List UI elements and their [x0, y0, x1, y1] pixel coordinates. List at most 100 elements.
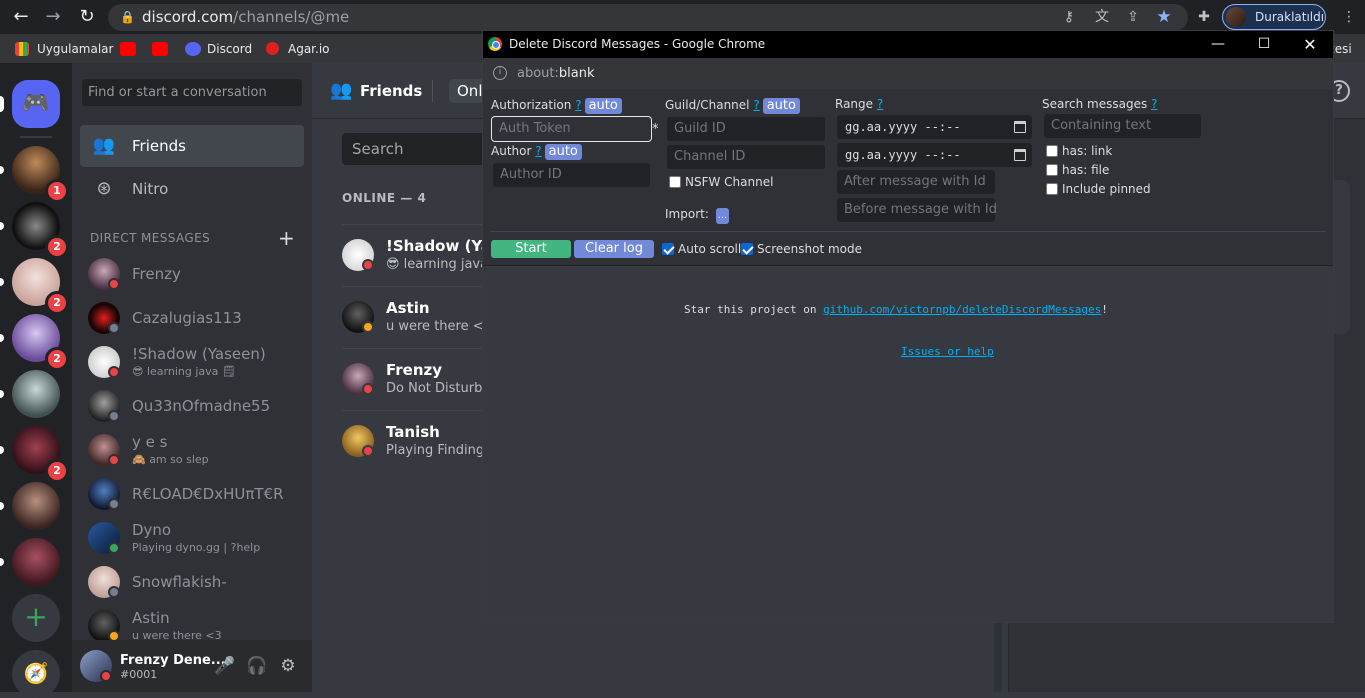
guild-icon[interactable]: 1 [12, 146, 69, 203]
address-bar[interactable]: 🔒 discord.com/channels/@me [108, 4, 1188, 31]
include-pinned-checkbox-box[interactable] [1046, 183, 1058, 195]
mute-mic-icon[interactable]: 🎤 [214, 656, 235, 676]
search-help-link[interactable]: ? [1151, 97, 1157, 111]
issues-help-link[interactable]: Issues or help [901, 345, 994, 358]
auth-auto-button[interactable]: auto [584, 98, 622, 114]
reload-icon[interactable]: ↻ [76, 6, 98, 28]
dm-name: y e s [132, 433, 168, 451]
guild-icon[interactable]: 2 [12, 202, 69, 259]
log-area [483, 266, 1333, 622]
profile-label: Duraklatıldı [1255, 10, 1325, 24]
status-icon [362, 259, 374, 271]
range-end-date-input[interactable]: gg.aa.yyyy --:-- [837, 143, 1032, 167]
minimize-icon[interactable]: — [1195, 31, 1241, 58]
before-message-id-input[interactable]: Before message with Id [837, 198, 997, 222]
calendar-icon[interactable] [1014, 121, 1026, 133]
dm-list-item[interactable]: Qu33nOfmadne55 [80, 385, 304, 427]
dm-list-item[interactable]: Cazalugias113 [80, 297, 304, 339]
extensions-icon[interactable]: ✚ [1195, 8, 1213, 26]
bookmark-apps[interactable]: Uygulamalar [15, 40, 113, 58]
auth-token-input[interactable]: Auth Token [491, 116, 652, 142]
dm-name: R€LOAD€DxHUπT€R [132, 485, 284, 503]
import-button[interactable]: ... [715, 208, 730, 224]
create-dm-icon[interactable]: + [278, 226, 295, 250]
menu-icon[interactable]: ⋮ [1340, 8, 1358, 26]
friend-name: Astin [386, 299, 430, 317]
has-link-checkbox-box[interactable] [1046, 145, 1058, 157]
calendar-icon[interactable] [1014, 149, 1026, 161]
bookmark-discord[interactable]: Discord [185, 40, 252, 58]
star-bookmark-icon[interactable]: ★ [1155, 8, 1173, 26]
guild-icon[interactable] [12, 482, 60, 530]
nsfw-checkbox-box[interactable] [669, 176, 681, 188]
author-help-link[interactable]: ? [535, 144, 541, 158]
online-count-label: ONLINE — 4 [342, 191, 427, 205]
popup-address-bar[interactable]: i about:blank [483, 58, 1333, 89]
add-server-icon[interactable]: + [12, 594, 60, 642]
guild-help-link[interactable]: ? [753, 98, 759, 112]
agario-icon [266, 42, 279, 55]
close-icon[interactable]: ✕ [1287, 31, 1333, 58]
bookmark-agario[interactable]: Agar.io [266, 40, 330, 58]
dm-status-text: 😎 learning java 🗒 [132, 365, 236, 378]
forward-icon[interactable]: → [42, 6, 64, 28]
authorization-help-link[interactable]: ? [575, 98, 581, 112]
settings-gear-icon[interactable]: ⚙ [278, 656, 298, 676]
status-icon [108, 366, 120, 378]
dm-list-item[interactable]: Frenzy [80, 253, 304, 295]
dm-list-item[interactable]: !Shadow (Yaseen) 😎 learning java 🗒 [80, 341, 304, 383]
range-help-link[interactable]: ? [877, 97, 883, 111]
include-pinned-checkbox[interactable]: Include pinned [1046, 182, 1151, 196]
dm-search-input[interactable]: Find or start a conversation [82, 79, 302, 106]
author-auto-button[interactable]: auto [544, 144, 582, 160]
guild-icon[interactable] [12, 370, 60, 418]
friend-row[interactable]: Frenzy Do Not Disturb [342, 348, 502, 410]
screenshot-mode-checkbox[interactable]: Screenshot mode [741, 242, 862, 256]
dm-list-item[interactable]: y e s 🙈 am so slep [80, 429, 304, 471]
friend-status-text: Playing Finding B [386, 443, 498, 458]
guild-icon[interactable]: 2 [12, 426, 69, 483]
friend-row[interactable]: !Shadow (Yaseen) 😎 learning java [342, 224, 538, 286]
channel-id-input[interactable]: Channel ID [667, 145, 825, 169]
auto-scroll-checkbox[interactable]: Auto scroll [662, 242, 741, 256]
screenshot-mode-checkbox-box[interactable] [741, 243, 753, 255]
guild-icon[interactable]: 2 [12, 258, 69, 315]
guild-icon[interactable] [12, 538, 60, 586]
clear-log-button[interactable]: Clear log [574, 240, 654, 258]
back-icon[interactable]: ← [10, 6, 32, 28]
maximize-icon[interactable]: ☐ [1241, 31, 1287, 58]
auto-scroll-checkbox-box[interactable] [662, 243, 674, 255]
nav-nitro[interactable]: ⊛ Nitro [80, 168, 304, 210]
author-id-input[interactable]: Author ID [493, 163, 650, 187]
containing-text-input[interactable]: Containing text [1044, 114, 1201, 138]
explore-compass-icon[interactable]: 🧭 [12, 650, 60, 698]
has-file-checkbox[interactable]: has: file [1046, 163, 1109, 177]
dm-list-item[interactable]: R€LOAD€DxHUπT€R [80, 473, 304, 515]
start-button[interactable]: Start [491, 240, 571, 258]
nav-friends[interactable]: 👥 Friends [80, 125, 304, 167]
has-file-checkbox-box[interactable] [1046, 164, 1058, 176]
dm-list-item[interactable]: Dyno Playing dyno.gg | ?help [80, 517, 304, 559]
bookmark-youtube-2[interactable] [152, 40, 174, 58]
home-button[interactable]: 🎮 [12, 80, 60, 128]
has-link-checkbox[interactable]: has: link [1046, 144, 1112, 158]
range-start-date-input[interactable]: gg.aa.yyyy --:-- [837, 115, 1032, 139]
user-avatar[interactable] [80, 650, 112, 682]
dm-section-header: DIRECT MESSAGES [90, 231, 211, 245]
github-link[interactable]: github.com/victornpb/deleteDiscordMessag… [823, 303, 1101, 316]
profile-button[interactable]: Duraklatıldı [1222, 4, 1326, 30]
share-icon[interactable]: ⇪ [1124, 8, 1142, 26]
dm-list-item[interactable]: Snowflakish- [80, 561, 304, 603]
guild-id-input[interactable]: Guild ID [667, 117, 825, 141]
dm-name: Snowflakish- [132, 573, 227, 591]
guild-auto-button[interactable]: auto [762, 98, 800, 114]
after-message-id-input[interactable]: After message with Id [837, 170, 995, 194]
key-icon[interactable]: ⚷ [1060, 8, 1078, 26]
bookmark-youtube-1[interactable] [120, 40, 142, 58]
friend-row[interactable]: Tanish Playing Finding B [342, 410, 502, 472]
translate-icon[interactable]: 文 [1093, 8, 1111, 26]
nsfw-checkbox[interactable]: NSFW Channel [669, 175, 773, 189]
headphones-icon[interactable]: 🎧 [246, 656, 267, 676]
friend-row[interactable]: Astin u were there <3 [342, 286, 502, 348]
guild-icon[interactable]: 2 [12, 314, 69, 371]
